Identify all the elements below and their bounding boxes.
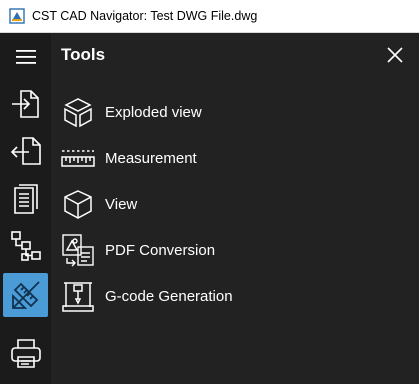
print-button[interactable]: [3, 331, 48, 375]
export-file-icon: [10, 137, 41, 165]
tool-measurement[interactable]: Measurement: [51, 135, 419, 181]
pdf-conversion-icon: [60, 232, 96, 268]
menu-icon: [15, 50, 36, 64]
tool-gcode-generation[interactable]: G-code Generation: [51, 273, 419, 319]
export-button[interactable]: [3, 129, 48, 173]
gcode-machine-icon: [60, 278, 96, 314]
panel-title: Tools: [61, 45, 106, 64]
tools-panel: Tools Exploded view Measurement View PDF…: [51, 33, 419, 384]
tools-icon: [11, 281, 40, 309]
layers-button[interactable]: [3, 224, 48, 268]
close-icon: [387, 47, 403, 63]
import-button[interactable]: [3, 82, 48, 126]
side-rail: [0, 33, 51, 384]
menu-button[interactable]: [3, 35, 48, 79]
exploded-cube-icon: [60, 94, 96, 130]
tools-button[interactable]: [3, 273, 48, 317]
panel-header: Tools: [51, 33, 419, 79]
tool-exploded-view[interactable]: Exploded view: [51, 89, 419, 135]
tool-pdf-conversion[interactable]: PDF Conversion: [51, 227, 419, 273]
window-titlebar: CST CAD Navigator: Test DWG File.dwg: [0, 0, 419, 33]
import-file-icon: [11, 90, 39, 118]
tool-label: G-code Generation: [105, 287, 233, 305]
tool-view[interactable]: View: [51, 181, 419, 227]
tool-label: PDF Conversion: [105, 241, 216, 259]
tool-label: Exploded view: [105, 103, 202, 121]
print-icon: [10, 339, 41, 368]
pages-button[interactable]: [3, 177, 48, 221]
tool-label: Measurement: [105, 149, 197, 167]
tool-label: View: [105, 195, 138, 213]
document-pages-icon: [13, 184, 38, 214]
ruler-icon: [60, 140, 96, 176]
close-button[interactable]: [385, 45, 405, 65]
tool-list: Exploded view Measurement View PDF Conve…: [51, 89, 419, 319]
layer-tree-icon: [10, 231, 41, 261]
app-logo-icon: [9, 8, 25, 24]
cube-icon: [60, 186, 96, 222]
window-title: CST CAD Navigator: Test DWG File.dwg: [32, 9, 258, 23]
